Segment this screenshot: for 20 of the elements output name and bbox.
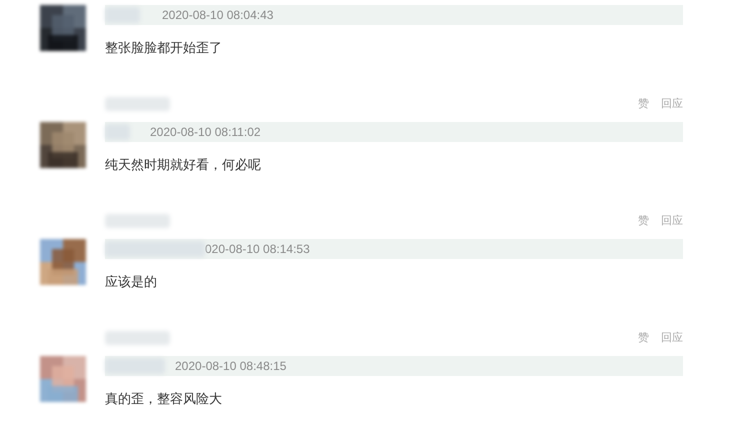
- comment-text: 纯天然时期就好看，何必呢: [105, 157, 262, 175]
- comment-time: 020-08-10 08:14:53: [205, 242, 310, 256]
- blurred-name: [105, 331, 170, 345]
- action-link[interactable]: 赞: [638, 329, 649, 347]
- blurred-name: [105, 214, 170, 228]
- comment-time: 2020-08-10 08:11:02: [150, 125, 261, 139]
- comment-text: 整张脸脸都开始歪了: [105, 40, 223, 58]
- action-link[interactable]: 赞: [638, 95, 649, 113]
- action-link[interactable]: 回应: [661, 212, 683, 230]
- comment-time: 2020-08-10 08:04:43: [162, 8, 274, 22]
- comment-time: 2020-08-10 08:48:15: [175, 359, 286, 373]
- action-link[interactable]: 赞: [638, 212, 649, 230]
- comment-text: 真的歪，整容风险大: [105, 391, 223, 409]
- action-link[interactable]: 回应: [661, 95, 683, 113]
- blurred-name: [105, 358, 165, 374]
- blurred-name: [105, 7, 140, 23]
- blurred-name: [105, 124, 130, 140]
- blurred-name: [105, 97, 170, 111]
- action-link[interactable]: 回应: [661, 329, 683, 347]
- comment-text: 应该是的: [105, 274, 158, 292]
